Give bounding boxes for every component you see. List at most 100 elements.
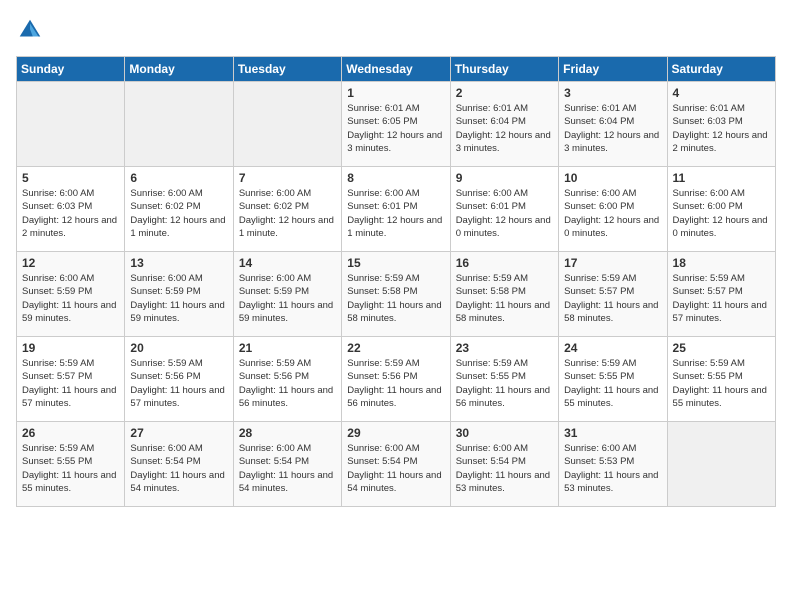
cell-info: Sunrise: 5:59 AM Sunset: 5:57 PM Dayligh… xyxy=(22,357,119,410)
calendar-cell: 26 Sunrise: 5:59 AM Sunset: 5:55 PM Dayli… xyxy=(17,422,125,507)
calendar-cell: 22Sunrise: 5:59 AM Sunset: 5:56 PM Dayli… xyxy=(342,337,450,422)
cell-info: Sunrise: 6:01 AM Sunset: 6:05 PM Dayligh… xyxy=(347,102,444,155)
calendar-cell: 30 Sunrise: 6:00 AM Sunset: 5:54 PM Dayli… xyxy=(450,422,558,507)
calendar-cell: 21 Sunrise: 5:59 AM Sunset: 5:56 PM Dayli… xyxy=(233,337,341,422)
cell-info: Sunrise: 6:01 AM Sunset: 6:04 PM Dayligh… xyxy=(564,102,661,155)
calendar-cell: 3 Sunrise: 6:01 AM Sunset: 6:04 PM Daylig… xyxy=(559,82,667,167)
cell-info: Sunrise: 6:00 AM Sunset: 6:03 PM Dayligh… xyxy=(22,187,119,240)
calendar-cell: 27 Sunrise: 6:00 AM Sunset: 5:54 PM Dayli… xyxy=(125,422,233,507)
column-header-sunday: Sunday xyxy=(17,57,125,82)
logo-icon xyxy=(16,16,44,44)
day-number: 27 xyxy=(130,426,227,440)
day-number: 20 xyxy=(130,341,227,355)
day-number: 25 xyxy=(673,341,770,355)
cell-info: Sunrise: 6:00 AM Sunset: 5:54 PM Dayligh… xyxy=(347,442,444,495)
cell-info: Sunrise: 5:59 AM Sunset: 5:55 PM Dayligh… xyxy=(456,357,553,410)
day-number: 12 xyxy=(22,256,119,270)
cell-info: Sunrise: 5:59 AM Sunset: 5:56 PM Dayligh… xyxy=(239,357,336,410)
cell-info: Sunrise: 6:00 AM Sunset: 5:59 PM Dayligh… xyxy=(130,272,227,325)
cell-info: Sunrise: 5:59 AM Sunset: 5:58 PM Dayligh… xyxy=(347,272,444,325)
calendar-cell: 4 Sunrise: 6:01 AM Sunset: 6:03 PM Daylig… xyxy=(667,82,775,167)
calendar-cell: 8 Sunrise: 6:00 AM Sunset: 6:01 PM Daylig… xyxy=(342,167,450,252)
day-number: 8 xyxy=(347,171,444,185)
calendar-week-4: 19 Sunrise: 5:59 AM Sunset: 5:57 PM Dayli… xyxy=(17,337,776,422)
calendar-cell: 23 Sunrise: 5:59 AM Sunset: 5:55 PM Dayli… xyxy=(450,337,558,422)
cell-info: Sunrise: 6:00 AM Sunset: 5:59 PM Dayligh… xyxy=(239,272,336,325)
calendar-cell: 6 Sunrise: 6:00 AM Sunset: 6:02 PM Daylig… xyxy=(125,167,233,252)
cell-info: Sunrise: 6:01 AM Sunset: 6:04 PM Dayligh… xyxy=(456,102,553,155)
calendar-body: 1 Sunrise: 6:01 AM Sunset: 6:05 PM Daylig… xyxy=(17,82,776,507)
day-number: 2 xyxy=(456,86,553,100)
calendar-week-3: 12 Sunrise: 6:00 AM Sunset: 5:59 PM Dayli… xyxy=(17,252,776,337)
cell-info: Sunrise: 6:00 AM Sunset: 6:02 PM Dayligh… xyxy=(130,187,227,240)
day-number: 5 xyxy=(22,171,119,185)
calendar-cell xyxy=(233,82,341,167)
cell-info: Sunrise: 5:59 AM Sunset: 5:58 PM Dayligh… xyxy=(456,272,553,325)
calendar-cell: 31Sunrise: 6:00 AM Sunset: 5:53 PM Dayli… xyxy=(559,422,667,507)
calendar-cell: 15 Sunrise: 5:59 AM Sunset: 5:58 PM Dayli… xyxy=(342,252,450,337)
day-number: 18 xyxy=(673,256,770,270)
column-header-wednesday: Wednesday xyxy=(342,57,450,82)
day-number: 3 xyxy=(564,86,661,100)
calendar-cell: 20 Sunrise: 5:59 AM Sunset: 5:56 PM Dayli… xyxy=(125,337,233,422)
day-number: 1 xyxy=(347,86,444,100)
column-header-monday: Monday xyxy=(125,57,233,82)
column-header-tuesday: Tuesday xyxy=(233,57,341,82)
day-number: 30 xyxy=(456,426,553,440)
calendar-cell: 19 Sunrise: 5:59 AM Sunset: 5:57 PM Dayli… xyxy=(17,337,125,422)
calendar-cell xyxy=(125,82,233,167)
cell-info: Sunrise: 6:01 AM Sunset: 6:03 PM Dayligh… xyxy=(673,102,770,155)
cell-info: Sunrise: 6:00 AM Sunset: 5:54 PM Dayligh… xyxy=(130,442,227,495)
calendar-cell: 11 Sunrise: 6:00 AM Sunset: 6:00 PM Dayli… xyxy=(667,167,775,252)
day-number: 29 xyxy=(347,426,444,440)
cell-info: Sunrise: 5:59 AM Sunset: 5:55 PM Dayligh… xyxy=(564,357,661,410)
day-number: 17 xyxy=(564,256,661,270)
day-number: 10 xyxy=(564,171,661,185)
calendar-cell: 25 Sunrise: 5:59 AM Sunset: 5:55 PM Dayli… xyxy=(667,337,775,422)
day-number: 28 xyxy=(239,426,336,440)
cell-info: Sunrise: 6:00 AM Sunset: 6:00 PM Dayligh… xyxy=(673,187,770,240)
calendar-week-1: 1 Sunrise: 6:01 AM Sunset: 6:05 PM Daylig… xyxy=(17,82,776,167)
day-number: 6 xyxy=(130,171,227,185)
day-number: 11 xyxy=(673,171,770,185)
day-number: 14 xyxy=(239,256,336,270)
calendar-cell: 14 Sunrise: 6:00 AM Sunset: 5:59 PM Dayli… xyxy=(233,252,341,337)
day-number: 15 xyxy=(347,256,444,270)
calendar-cell: 28 Sunrise: 6:00 AM Sunset: 5:54 PM Dayli… xyxy=(233,422,341,507)
day-number: 23 xyxy=(456,341,553,355)
day-number: 21 xyxy=(239,341,336,355)
calendar-cell: 18 Sunrise: 5:59 AM Sunset: 5:57 PM Dayli… xyxy=(667,252,775,337)
cell-info: Sunrise: 6:00 AM Sunset: 5:54 PM Dayligh… xyxy=(239,442,336,495)
calendar-cell: 12 Sunrise: 6:00 AM Sunset: 5:59 PM Dayli… xyxy=(17,252,125,337)
calendar-week-2: 5 Sunrise: 6:00 AM Sunset: 6:03 PM Daylig… xyxy=(17,167,776,252)
cell-info: Sunrise: 5:59 AM Sunset: 5:57 PM Dayligh… xyxy=(673,272,770,325)
cell-info: Sunrise: 6:00 AM Sunset: 5:59 PM Dayligh… xyxy=(22,272,119,325)
logo xyxy=(16,16,48,44)
day-number: 9 xyxy=(456,171,553,185)
calendar-cell: 13Sunrise: 6:00 AM Sunset: 5:59 PM Dayli… xyxy=(125,252,233,337)
column-header-saturday: Saturday xyxy=(667,57,775,82)
day-number: 26 xyxy=(22,426,119,440)
cell-info: Sunrise: 6:00 AM Sunset: 5:54 PM Dayligh… xyxy=(456,442,553,495)
cell-info: Sunrise: 6:00 AM Sunset: 6:02 PM Dayligh… xyxy=(239,187,336,240)
calendar-cell: 17Sunrise: 5:59 AM Sunset: 5:57 PM Dayli… xyxy=(559,252,667,337)
column-header-thursday: Thursday xyxy=(450,57,558,82)
cell-info: Sunrise: 5:59 AM Sunset: 5:56 PM Dayligh… xyxy=(130,357,227,410)
column-header-friday: Friday xyxy=(559,57,667,82)
day-number: 31 xyxy=(564,426,661,440)
calendar-cell: 10 Sunrise: 6:00 AM Sunset: 6:00 PM Dayli… xyxy=(559,167,667,252)
cell-info: Sunrise: 5:59 AM Sunset: 5:55 PM Dayligh… xyxy=(22,442,119,495)
calendar-cell: 29 Sunrise: 6:00 AM Sunset: 5:54 PM Dayli… xyxy=(342,422,450,507)
day-number: 24 xyxy=(564,341,661,355)
cell-info: Sunrise: 5:59 AM Sunset: 5:55 PM Dayligh… xyxy=(673,357,770,410)
cell-info: Sunrise: 5:59 AM Sunset: 5:56 PM Dayligh… xyxy=(347,357,444,410)
cell-info: Sunrise: 6:00 AM Sunset: 6:01 PM Dayligh… xyxy=(347,187,444,240)
calendar-cell xyxy=(667,422,775,507)
day-number: 19 xyxy=(22,341,119,355)
day-number: 16 xyxy=(456,256,553,270)
cell-info: Sunrise: 6:00 AM Sunset: 6:01 PM Dayligh… xyxy=(456,187,553,240)
calendar-week-5: 26 Sunrise: 5:59 AM Sunset: 5:55 PM Dayli… xyxy=(17,422,776,507)
day-number: 4 xyxy=(673,86,770,100)
calendar-cell: 1 Sunrise: 6:01 AM Sunset: 6:05 PM Daylig… xyxy=(342,82,450,167)
cell-info: Sunrise: 6:00 AM Sunset: 6:00 PM Dayligh… xyxy=(564,187,661,240)
